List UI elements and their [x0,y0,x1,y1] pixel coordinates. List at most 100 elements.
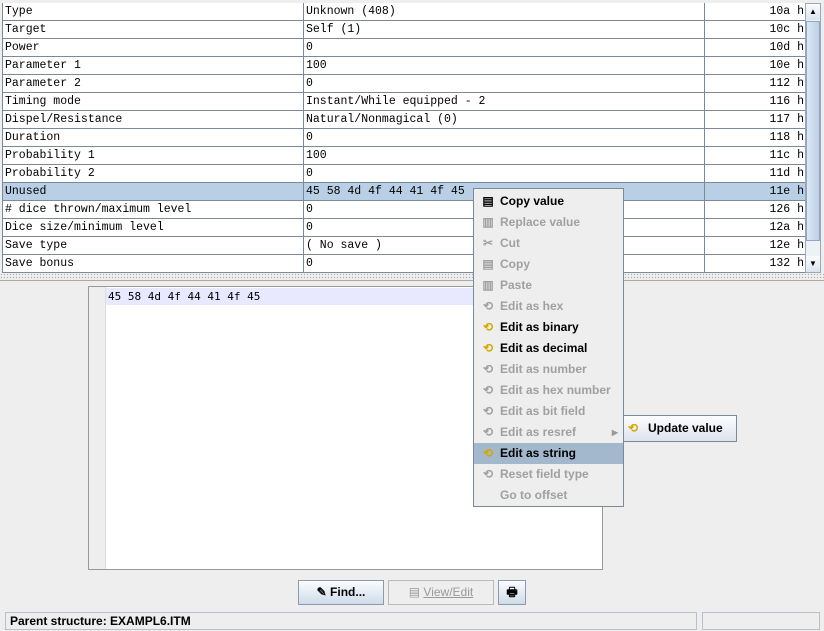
menu-item-label: Reset field type [500,467,589,481]
copy-icon: ▤ [482,257,494,271]
cell-value[interactable]: Unknown (408) [304,3,705,20]
cell-value[interactable]: Self (1) [304,21,705,38]
fields-table[interactable]: Type Unknown (408) 10a h Target Self (1) 10c … [2,3,805,273]
cell-name[interactable]: Save bonus [3,255,304,272]
menu-item-label: Replace value [500,215,581,229]
cell-value[interactable]: 0 [304,75,705,92]
cell-name[interactable]: Save type [3,237,304,254]
status-bar-left: Parent structure: EXAMPL6.ITM [5,612,697,630]
cell-value[interactable]: 0 [304,165,705,182]
view-edit-label: View/Edit [423,585,474,599]
table-row[interactable]: Unused 45 58 4d 4f 44 41 4f 45 11e h [3,183,805,201]
menu-item-go-to-offset[interactable]: Go to offset [474,485,623,506]
cell-name[interactable]: Target [3,21,304,38]
table-row[interactable]: Save bonus 0 132 h [3,255,805,273]
scroll-up-icon[interactable]: ▲ [806,4,820,20]
cell-value[interactable]: 0 [304,129,705,146]
refresh-icon: ⟲ [482,383,494,397]
cell-value[interactable]: 0 [304,39,705,56]
table-row[interactable]: Save type( No save ) 12e h [3,237,805,255]
paste-icon: ▥ [482,215,494,229]
menu-item-edit-as-hex-number[interactable]: ⟲ Edit as hex number [474,380,623,401]
table-row[interactable]: Dispel/Resistance Natural/Nonmagical (0) 1… [3,111,805,129]
table-row[interactable]: Probability 1 100 11c h [3,147,805,165]
cell-name[interactable]: Duration [3,129,304,146]
menu-item-edit-as-decimal[interactable]: ⟲ Edit as decimal [474,338,623,359]
scroll-thumb[interactable] [806,21,820,241]
refresh-icon: ⟲ [482,320,494,334]
find-button[interactable]: ✎ Find... [298,580,384,605]
menu-item-copy-value[interactable]: ▤ Copy value [474,191,623,212]
menu-item-edit-as-resref[interactable]: ⟲ Edit as resref ▶ [474,422,623,443]
cell-name[interactable]: Type [3,3,304,20]
cell-offset[interactable]: 11e h [705,183,805,200]
cell-name[interactable]: Probability 1 [3,147,304,164]
menu-item-paste[interactable]: ▥ Paste [474,275,623,296]
menu-item-edit-as-number[interactable]: ⟲ Edit as number [474,359,623,380]
cell-name[interactable]: Unused [3,183,304,200]
cell-value[interactable]: 100 [304,57,705,74]
cell-name[interactable]: Probability 2 [3,165,304,182]
cell-offset[interactable]: 11d h [705,165,805,182]
cell-offset[interactable]: 126 h [705,201,805,218]
refresh-icon: ⟲ [482,299,494,313]
table-scrollbar[interactable]: ▲ ▼ [805,3,821,273]
cell-offset[interactable]: 10a h [705,3,805,20]
cell-name[interactable]: Timing mode [3,93,304,110]
cell-offset[interactable]: 132 h [705,255,805,272]
table-row[interactable]: Target Self (1) 10c h [3,21,805,39]
cell-offset[interactable]: 112 h [705,75,805,92]
menu-item-label: Edit as decimal [500,341,588,355]
print-button[interactable]: 🖶 [498,580,526,605]
menu-item-label: Cut [500,236,520,250]
table-row[interactable]: Probability 2 0 11d h [3,165,805,183]
status-bar-right [702,612,820,630]
scroll-down-icon[interactable]: ▼ [806,256,820,272]
table-row[interactable]: # dice thrown/maximum level 0 126 h [3,201,805,219]
cell-offset[interactable]: 117 h [705,111,805,128]
table-row[interactable]: Dice size/minimum level 0 12a h [3,219,805,237]
refresh-icon: ⟲ [482,362,494,376]
cell-value[interactable]: Natural/Nonmagical (0) [304,111,705,128]
menu-item-label: Edit as string [500,446,577,460]
cell-offset[interactable]: 10c h [705,21,805,38]
cell-offset[interactable]: 12a h [705,219,805,236]
menu-item-edit-as-binary[interactable]: ⟲ Edit as binary [474,317,623,338]
menu-item-edit-as-string[interactable]: ⟲ Edit as string [474,443,623,464]
cell-offset[interactable]: 10d h [705,39,805,56]
cell-name[interactable]: # dice thrown/maximum level [3,201,304,218]
menu-item-replace-value[interactable]: ▥ Replace value [474,212,623,233]
table-row[interactable]: Duration 0 118 h [3,129,805,147]
copy-icon: ▤ [482,194,494,208]
split-pane-divider[interactable] [0,273,824,281]
table-row[interactable]: Parameter 1 100 10e h [3,57,805,75]
menu-item-edit-as-bit-field[interactable]: ⟲ Edit as bit field [474,401,623,422]
cell-name[interactable]: Dice size/minimum level [3,219,304,236]
update-value-button[interactable]: ⟲ Update value [623,415,737,442]
cell-offset[interactable]: 10e h [705,57,805,74]
cell-name[interactable]: Parameter 1 [3,57,304,74]
table-row[interactable]: Parameter 2 0 112 h [3,75,805,93]
cell-offset[interactable]: 12e h [705,237,805,254]
paste-icon: ▥ [482,278,494,292]
cell-offset[interactable]: 118 h [705,129,805,146]
cell-name[interactable]: Parameter 2 [3,75,304,92]
refresh-icon: ⟲ [628,421,639,435]
cell-offset[interactable]: 116 h [705,93,805,110]
cell-name[interactable]: Power [3,39,304,56]
menu-item-reset-field-type[interactable]: ⟲ Reset field type [474,464,623,485]
cell-value[interactable]: Instant/While equipped - 2 [304,93,705,110]
menu-item-cut[interactable]: ✂ Cut [474,233,623,254]
document-icon: ▤ [408,585,424,599]
menu-item-edit-as-hex[interactable]: ⟲ Edit as hex [474,296,623,317]
cell-value[interactable]: 100 [304,147,705,164]
cell-offset[interactable]: 11c h [705,147,805,164]
table-row[interactable]: Type Unknown (408) 10a h [3,3,805,21]
table-row[interactable]: Timing mode Instant/While equipped - 2 116… [3,93,805,111]
menu-item-copy[interactable]: ▤ Copy [474,254,623,275]
menu-item-label: Copy value [500,194,565,208]
cell-name[interactable]: Dispel/Resistance [3,111,304,128]
refresh-icon: ⟲ [482,404,494,418]
view-edit-button[interactable]: ▤ View/Edit [388,580,494,605]
table-row[interactable]: Power 0 10d h [3,39,805,57]
